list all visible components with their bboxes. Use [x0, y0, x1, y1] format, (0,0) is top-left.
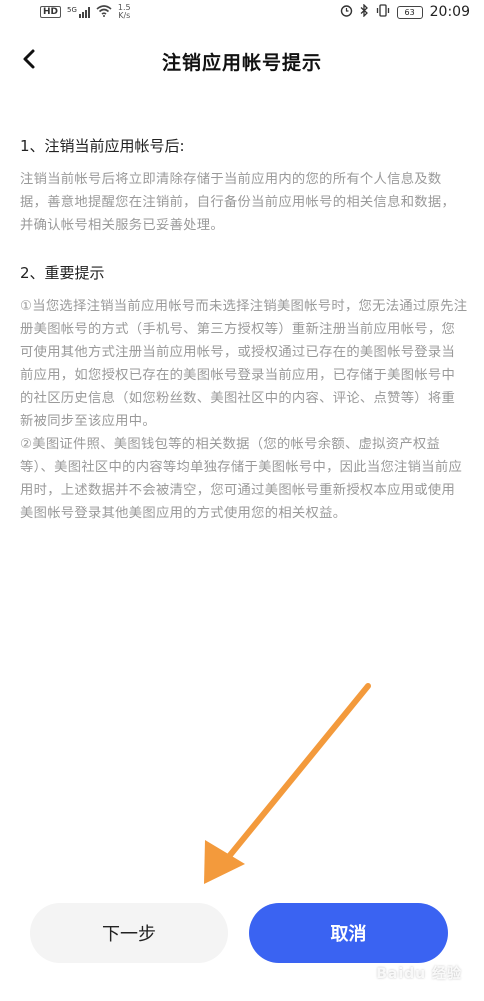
- cancel-button[interactable]: 取消: [249, 903, 448, 963]
- screen: HD 5G 1.5 K/s 63 20:09 注销应用帐号提示 1、注销当前应用…: [0, 0, 484, 1001]
- status-bar: HD 5G 1.5 K/s 63 20:09: [0, 0, 484, 24]
- section-heading: 1、注销当前应用帐号后:: [20, 137, 185, 155]
- hd-badge: HD: [40, 6, 62, 18]
- baidu-watermark: Baidu 经验: [376, 966, 462, 982]
- notice-paragraph-2: ②美图证件照、美图钱包等的相关数据（您的帐号余额、虚拟资产权益等）、美图社区中的…: [20, 437, 463, 521]
- page-title: 注销应用帐号提示: [161, 51, 322, 74]
- section-body: 注销当前帐号后将立即清除存储于当前应用内的您的所有个人信息及数据，善意地提醒您在…: [20, 172, 456, 233]
- section-important-notice: 2、重要提示 ①当您选择注销当前应用帐号而未选择注销美图帐号时，您无法通过原先注…: [20, 259, 468, 525]
- signal-icon: 5G: [67, 6, 90, 18]
- notice-content: 1、注销当前应用帐号后: 注销当前帐号后将立即清除存储于当前应用内的您的所有个人…: [20, 132, 468, 525]
- nav-bar: 注销应用帐号提示: [0, 38, 484, 84]
- back-button[interactable]: [12, 44, 46, 78]
- speed-unit: K/s: [118, 11, 131, 20]
- network-speed: 1.5 K/s: [118, 4, 131, 20]
- notice-paragraph-1: ①当您选择注销当前应用帐号而未选择注销美图帐号时，您无法通过原先注册美图帐号的方…: [20, 299, 468, 429]
- bluetooth-icon: [360, 3, 369, 20]
- battery-icon: 63: [396, 5, 423, 19]
- clock: 20:09: [429, 4, 470, 20]
- wifi-icon: [96, 4, 112, 20]
- chevron-left-icon: [21, 48, 37, 74]
- network-type: 5G: [67, 6, 77, 14]
- vibrate-icon: [376, 4, 390, 20]
- status-left: HD 5G 1.5 K/s: [40, 4, 131, 20]
- section-after-deregister: 1、注销当前应用帐号后: 注销当前帐号后将立即清除存储于当前应用内的您的所有个人…: [20, 132, 468, 237]
- alarm-icon: [340, 4, 353, 20]
- section-heading: 2、重要提示: [20, 264, 105, 282]
- next-step-button[interactable]: 下一步: [30, 903, 228, 963]
- status-right: 63 20:09: [340, 3, 470, 20]
